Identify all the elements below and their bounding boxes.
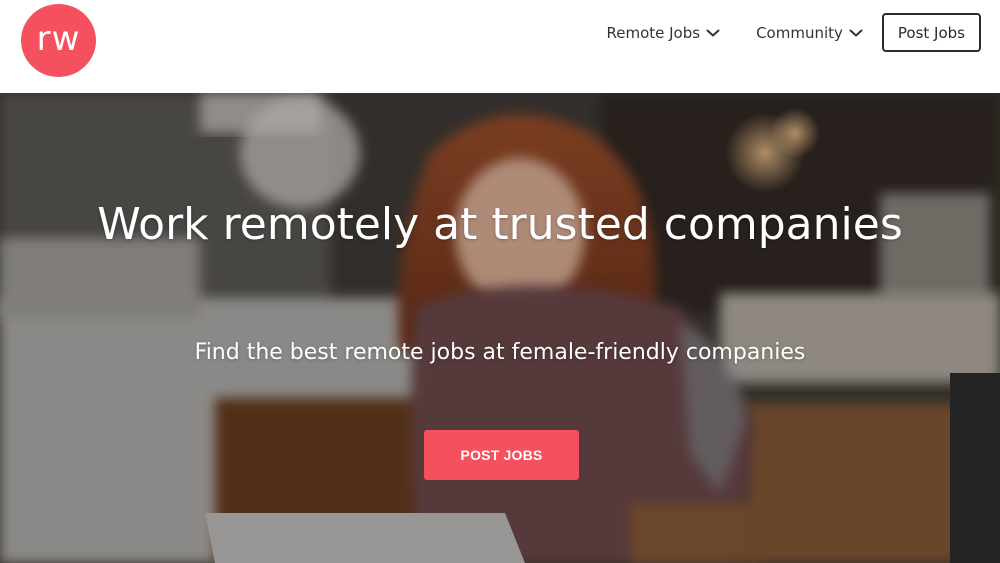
hero-title: Work remotely at trusted companies xyxy=(97,199,903,250)
nav-community-label: Community xyxy=(756,23,843,42)
hero-section: Work remotely at trusted companies Find … xyxy=(0,93,1000,563)
nav-remote-jobs-label: Remote Jobs xyxy=(606,23,701,42)
hero-overlay xyxy=(0,93,1000,563)
post-jobs-nav-button[interactable]: Post Jobs xyxy=(881,13,981,52)
site-header: rw Remote Jobs Community Post Jobs xyxy=(0,0,1000,93)
chevron-down-icon xyxy=(706,28,720,38)
nav-community[interactable]: Community xyxy=(756,24,863,42)
chevron-down-icon xyxy=(849,28,863,38)
post-jobs-hero-button[interactable]: POST JOBS xyxy=(424,430,579,480)
hero-subtitle: Find the best remote jobs at female-frie… xyxy=(194,340,806,365)
logo-text: rw xyxy=(36,18,81,59)
nav-remote-jobs[interactable]: Remote Jobs xyxy=(606,24,720,42)
main-nav: Remote Jobs Community Post Jobs xyxy=(606,13,981,52)
site-logo[interactable]: rw xyxy=(21,4,96,77)
